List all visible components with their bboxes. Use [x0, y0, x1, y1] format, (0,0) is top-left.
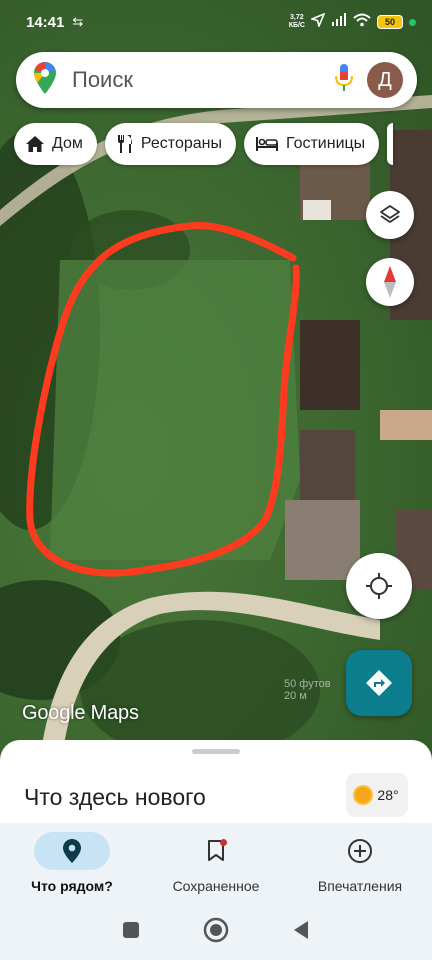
tab-nearby[interactable]: Что рядом?	[0, 823, 144, 905]
tab-saved[interactable]: Сохраненное	[144, 823, 288, 905]
location-arrow-icon	[309, 12, 326, 31]
google-maps-pin-icon	[34, 61, 56, 99]
search-input[interactable]: Поиск	[72, 67, 335, 93]
compass-icon	[384, 266, 396, 298]
category-chips: Дом Рестораны Гостиницы	[14, 123, 394, 165]
google-maps-watermark: Google Maps	[22, 702, 139, 724]
directions-icon	[366, 670, 392, 696]
hotel-icon	[255, 137, 278, 151]
crosshair-icon	[366, 573, 392, 599]
chip-restaurants[interactable]: Рестораны	[104, 123, 236, 165]
privacy-indicator-dot	[409, 18, 416, 26]
home-icon	[26, 136, 44, 152]
recents-button[interactable]	[122, 921, 140, 944]
circle-icon	[203, 917, 229, 943]
microphone-icon[interactable]	[335, 63, 353, 97]
compass-button[interactable]	[366, 258, 414, 306]
directions-button[interactable]	[346, 650, 412, 716]
chip-home[interactable]: Дом	[14, 123, 97, 165]
home-button[interactable]	[203, 917, 229, 948]
sheet-title: Что здесь нового	[24, 784, 206, 810]
network-speed: 3,72 КБ/С	[288, 14, 305, 29]
signal-icon	[331, 13, 347, 31]
wifi-icon	[353, 13, 371, 31]
my-location-button[interactable]	[346, 553, 412, 619]
add-circle-icon	[348, 839, 372, 863]
temperature: 28°	[377, 787, 399, 803]
sun-icon	[355, 787, 372, 803]
cast-icon: ⇆	[72, 14, 84, 29]
location-pin-icon	[63, 839, 81, 863]
sheet-drag-handle[interactable]	[192, 749, 240, 754]
back-triangle-icon	[294, 921, 309, 939]
map-imagery	[0, 95, 432, 760]
chip-hotels[interactable]: Гостиницы	[243, 123, 380, 165]
avatar[interactable]: Д	[367, 62, 403, 98]
status-time: 14:41	[26, 13, 65, 31]
restaurant-icon	[117, 135, 132, 153]
chip-more-partial[interactable]	[387, 123, 394, 165]
search-bar[interactable]: Поиск Д	[16, 52, 417, 108]
map-scale: 50 футов 20 м	[284, 678, 331, 702]
weather-badge[interactable]: 28°	[346, 773, 408, 817]
satellite-map[interactable]	[0, 0, 432, 760]
system-navigation-bar	[0, 905, 432, 960]
back-button[interactable]	[292, 920, 310, 945]
status-bar: 14:41 ⇆ 3,72 КБ/С 50	[0, 0, 432, 44]
layers-button[interactable]	[366, 191, 414, 239]
notification-dot	[220, 839, 227, 846]
battery-indicator: 50	[377, 15, 403, 29]
layers-icon	[380, 205, 400, 223]
bottom-navigation: Что рядом? Сохраненное Впечатления	[0, 823, 432, 905]
square-icon	[122, 922, 139, 938]
tab-contribute[interactable]: Впечатления	[288, 823, 432, 905]
